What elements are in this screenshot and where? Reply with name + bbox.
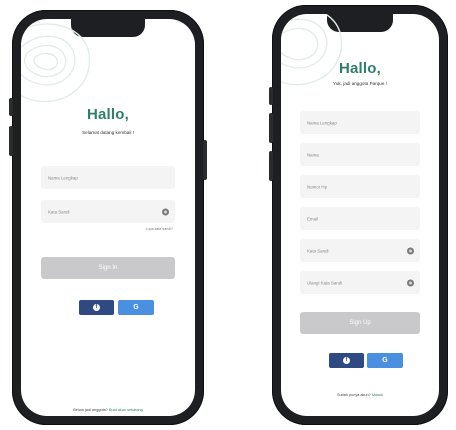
register-title: Hallo, [338,60,382,77]
login-footer: Belum jadi anggota? Buat akun sekarang [21,408,195,412]
register-name-input[interactable]: Nama [300,143,420,166]
facebook-signup-button[interactable]: f [329,353,364,368]
show-password-eye-icon[interactable] [407,247,414,254]
stage: Hallo, Selamat datang kembali ! Nama Len… [0,0,456,430]
sign-in-button[interactable]: Sign In [41,257,175,279]
google-login-button[interactable]: G [118,300,154,315]
sign-up-button[interactable]: Sign Up [300,312,420,334]
register-phone-placeholder: Nomor Hp [307,184,328,189]
register-password-placeholder: Kata Sandi [307,248,329,253]
login-phone-frame: Hallo, Selamat datang kembali ! Nama Len… [9,10,207,425]
phone-side-button [203,140,207,180]
phone-side-button [9,98,13,116]
login-subtitle: Selamat datang kembali ! [82,130,134,135]
facebook-icon: f [93,304,100,312]
register-phone-frame: Hallo, Yuk, jadi anggota Parque ! Nama L… [269,5,448,425]
phone-side-button [9,126,13,156]
register-email-placeholder: Email [307,216,318,221]
register-fullname-input[interactable]: Nama Lengkap [300,111,420,134]
show-confirm-password-eye-icon[interactable] [407,279,414,286]
register-phone-input[interactable]: Nomor Hp [300,175,420,198]
google-signup-button[interactable]: G [367,353,403,368]
create-account-link[interactable]: Buat akun sekarang [109,408,143,412]
register-confirm-password-placeholder: Ulangi Kata Sandi [307,280,343,285]
register-subtitle: Yuk, jadi anggota Parque ! [333,81,387,86]
register-name-placeholder: Nama [307,152,319,157]
register-password-input[interactable]: Kata Sandi [300,239,420,262]
register-footer: Sudah punya akun? Masuk [281,393,439,397]
phone-side-button [269,113,273,143]
register-confirm-password-input[interactable]: Ulangi Kata Sandi [300,271,420,294]
register-email-input[interactable]: Email [300,207,420,230]
register-footer-text: Sudah punya akun? [336,393,372,397]
sign-in-link[interactable]: Masuk [372,393,383,397]
login-screen: Hallo, Selamat datang kembali ! Nama Len… [21,19,195,416]
forgot-password-link[interactable]: Lupa kata sandi? [146,227,173,231]
google-icon: G [133,304,139,312]
register-fullname-placeholder: Nama Lengkap [307,120,337,125]
login-fullname-placeholder: Nama Lengkap [48,175,78,180]
register-screen: Hallo, Yuk, jadi anggota Parque ! Nama L… [281,14,439,416]
facebook-login-button[interactable]: f [79,300,114,315]
facebook-icon: f [343,357,350,365]
login-password-placeholder: Kata Sandi [48,209,70,214]
phone-side-button [269,87,273,105]
phone-side-button [269,151,273,181]
login-password-input[interactable]: Kata Sandi [41,200,175,223]
google-icon: G [382,357,388,365]
login-fullname-input[interactable]: Nama Lengkap [41,166,175,189]
login-title: Hallo, [86,106,130,123]
login-footer-text: Belum jadi anggota? [73,408,109,412]
show-password-eye-icon[interactable] [162,208,169,215]
